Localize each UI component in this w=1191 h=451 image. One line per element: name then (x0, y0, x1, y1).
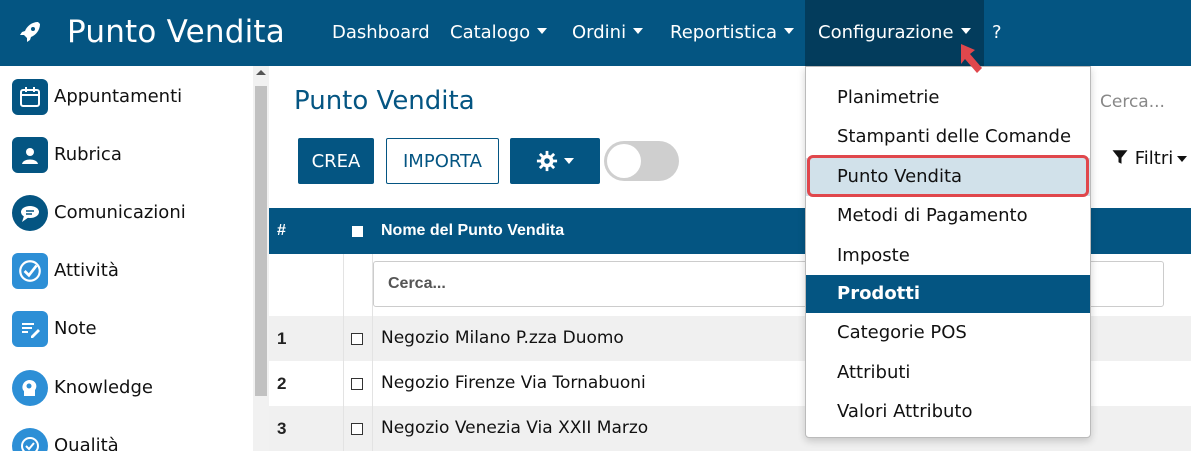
sidebar-item-label: Appuntamenti (54, 86, 183, 107)
row-number: 1 (277, 329, 287, 348)
sidebar-item-label: Qualità (54, 435, 119, 451)
brand-title[interactable]: Punto Vendita (67, 14, 285, 50)
sidebar-item-comunicazioni[interactable]: Comunicazioni (10, 195, 250, 235)
nav-catalogo-label: Catalogo (450, 22, 531, 43)
column-header-num[interactable]: # (277, 222, 286, 240)
nav-help-label: ? (992, 22, 1002, 43)
nav-dashboard-label: Dashboard (332, 22, 430, 43)
row-name[interactable]: Negozio Venezia Via XXII Marzo (381, 418, 648, 438)
column-divider (343, 406, 344, 451)
contacts-icon (12, 137, 48, 173)
select-all-checkbox[interactable] (352, 226, 363, 237)
filters-label: Filtri (1134, 148, 1174, 169)
chevron-down-icon (633, 28, 644, 34)
note-icon (12, 311, 48, 347)
toggle-knob (607, 144, 641, 178)
sidebar-item-qualita[interactable]: Qualità (10, 428, 250, 451)
sidebar-item-label: Knowledge (54, 377, 153, 398)
nav-catalogo[interactable]: Catalogo (450, 0, 548, 66)
column-header-name[interactable]: Nome del Punto Vendita (381, 222, 564, 240)
sidebar-item-rubrica[interactable]: Rubrica (10, 137, 250, 177)
menu-item-categorie-pos[interactable]: Categorie POS (806, 314, 1090, 352)
chat-icon (12, 195, 48, 231)
import-button[interactable]: IMPORTA (386, 138, 499, 184)
highlight-outline (807, 155, 1089, 197)
menu-item-stampanti-comande[interactable]: Stampanti delle Comande (806, 118, 1090, 156)
nav-help[interactable]: ? (992, 0, 1002, 66)
menu-item-imposte[interactable]: Imposte (806, 237, 1090, 275)
nav-dashboard[interactable]: Dashboard (332, 0, 430, 66)
nav-configurazione-label: Configurazione (818, 22, 954, 43)
menu-item-prodotti[interactable]: Prodotti (806, 275, 1090, 313)
page-title: Punto Vendita (294, 86, 475, 116)
column-divider (372, 406, 373, 451)
column-divider (343, 361, 344, 406)
calendar-icon (12, 79, 48, 115)
pointer-arrow-icon (961, 44, 982, 73)
sidebar-item-label: Note (54, 318, 97, 339)
gear-icon (536, 150, 558, 172)
view-toggle[interactable] (604, 141, 679, 181)
sidebar-scrollbar[interactable] (253, 66, 269, 451)
top-navbar: Punto Vendita Dashboard Catalogo Ordini … (0, 0, 1191, 66)
row-number: 3 (277, 419, 287, 438)
quality-icon (12, 428, 48, 451)
row-checkbox[interactable] (351, 333, 363, 345)
menu-item-planimetrie[interactable]: Planimetrie (806, 79, 1090, 117)
menu-item-attributi[interactable]: Attributi (806, 354, 1090, 392)
row-name[interactable]: Negozio Firenze Via Tornabuoni (381, 373, 646, 393)
search-input[interactable]: Cerca... (1100, 92, 1165, 112)
row-checkbox[interactable] (351, 423, 363, 435)
sidebar-item-knowledge[interactable]: Knowledge (10, 370, 250, 410)
column-divider (343, 254, 344, 324)
rocket-icon[interactable] (18, 20, 42, 44)
chevron-down-icon (1177, 156, 1188, 162)
create-button[interactable]: CREA (298, 138, 374, 184)
filters-button[interactable]: Filtri (1111, 148, 1188, 169)
sidebar-item-attivita[interactable]: Attività (10, 253, 250, 293)
scrollbar-thumb[interactable] (255, 86, 267, 396)
chevron-down-icon (564, 158, 574, 164)
checkmark-icon (12, 253, 48, 289)
nav-ordini[interactable]: Ordini (572, 0, 644, 66)
chevron-down-icon (784, 28, 795, 34)
column-divider (343, 316, 344, 361)
chevron-down-icon (537, 28, 548, 34)
row-name[interactable]: Negozio Milano P.zza Duomo (381, 328, 624, 348)
sidebar-item-appuntamenti[interactable]: Appuntamenti (10, 79, 250, 119)
nav-reportistica-label: Reportistica (670, 22, 778, 43)
menu-item-metodi-pagamento[interactable]: Metodi di Pagamento (806, 197, 1090, 235)
sidebar: Appuntamenti Rubrica Comunicazioni Attiv… (0, 66, 253, 451)
sidebar-item-label: Rubrica (54, 144, 122, 165)
nav-reportistica[interactable]: Reportistica (670, 0, 795, 66)
sidebar-item-note[interactable]: Note (10, 311, 250, 351)
column-divider (372, 361, 373, 406)
scroll-up-icon[interactable] (256, 70, 266, 75)
row-checkbox[interactable] (351, 378, 363, 390)
chevron-down-icon (960, 28, 971, 34)
nav-ordini-label: Ordini (572, 22, 627, 43)
filter-icon (1112, 150, 1128, 164)
menu-item-valori-attributo[interactable]: Valori Attributo (806, 393, 1090, 431)
sidebar-item-label: Attività (54, 260, 119, 281)
configurazione-dropdown-menu: Planimetrie Stampanti delle Comande Punt… (805, 66, 1091, 438)
row-number: 2 (277, 374, 287, 393)
brain-icon (12, 370, 48, 406)
column-divider (372, 316, 373, 361)
settings-dropdown-button[interactable] (510, 138, 600, 184)
sidebar-item-label: Comunicazioni (54, 202, 186, 223)
